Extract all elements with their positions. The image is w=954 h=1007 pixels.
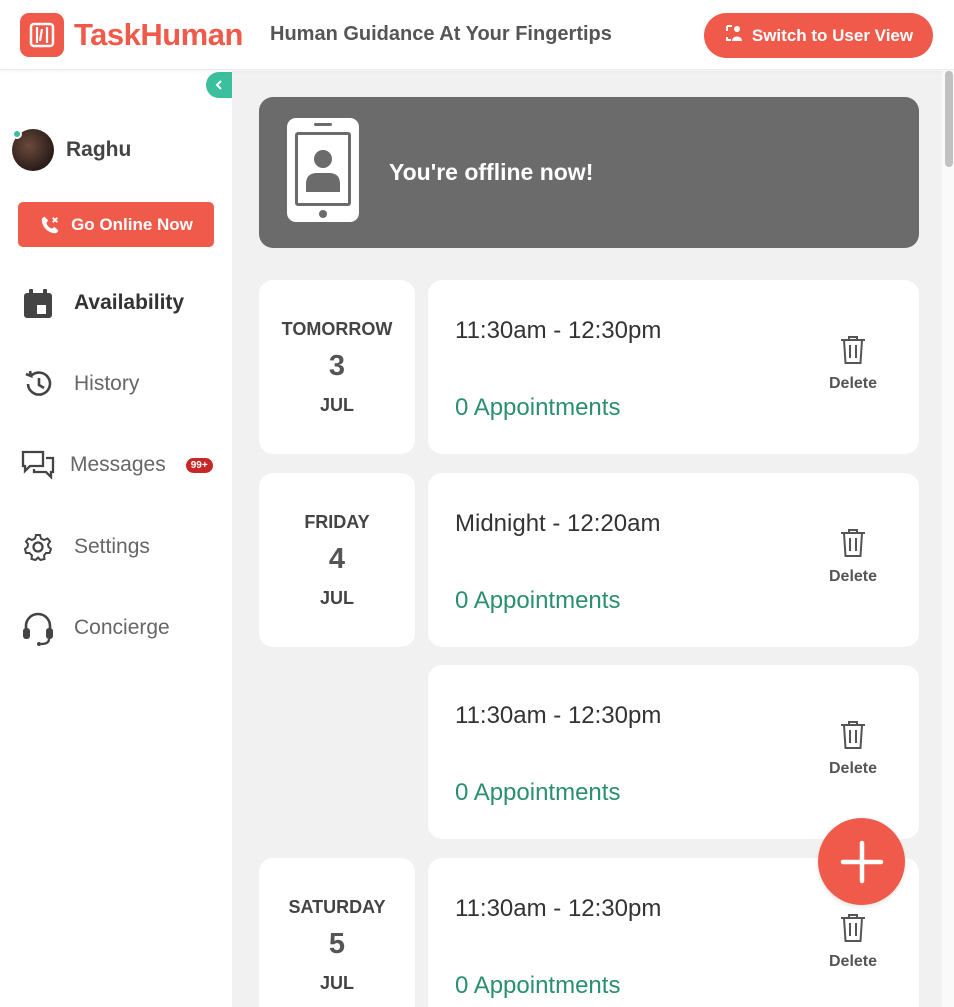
nav-item-messages[interactable]: Messages 99+ xyxy=(18,443,218,487)
nav-item-history[interactable]: History xyxy=(18,362,218,406)
phone-missed-icon xyxy=(41,216,59,233)
nav-label-history: History xyxy=(74,372,140,395)
scrollbar[interactable] xyxy=(942,71,954,1007)
date-month: JUL xyxy=(319,587,354,608)
messages-icon xyxy=(18,445,58,485)
time-slot-card[interactable]: 11:30am - 12:30pm 0 Appointments Delete xyxy=(428,665,919,839)
phone-user-icon xyxy=(285,116,361,229)
nav-label-settings: Settings xyxy=(74,535,150,558)
slot-time: 11:30am - 12:30pm xyxy=(455,895,662,922)
logo-icon xyxy=(20,13,64,57)
offline-status-text: You're offline now! xyxy=(389,159,594,185)
delete-slot-button[interactable]: Delete xyxy=(820,913,886,971)
date-number: 4 xyxy=(328,542,346,575)
trash-icon xyxy=(841,721,865,749)
date-month: JUL xyxy=(319,394,354,415)
add-slot-button[interactable] xyxy=(818,818,905,905)
delete-slot-button[interactable]: Delete xyxy=(820,335,886,393)
time-slot-card[interactable]: 11:30am - 12:30pm 0 Appointments Delete xyxy=(428,280,919,454)
date-card: SATURDAY 5 JUL xyxy=(259,858,415,1007)
nav-label-messages: Messages xyxy=(70,453,166,476)
slot-appointments[interactable]: 0 Appointments xyxy=(455,394,620,422)
headset-icon xyxy=(18,608,58,648)
trash-icon xyxy=(841,914,865,942)
delete-label: Delete xyxy=(828,375,878,392)
go-online-label: Go Online Now xyxy=(71,214,193,234)
date-month: JUL xyxy=(319,972,354,993)
history-icon xyxy=(18,364,58,404)
slot-appointments[interactable]: 0 Appointments xyxy=(455,972,620,1000)
date-number: 5 xyxy=(328,927,346,960)
avatar xyxy=(12,129,54,171)
gear-icon xyxy=(18,527,58,567)
time-slot-card[interactable]: Midnight - 12:20am 0 Appointments Delete xyxy=(428,473,919,647)
date-card: TOMORROW 3 JUL xyxy=(259,280,415,454)
date-day: TOMORROW xyxy=(281,318,393,339)
delete-slot-button[interactable]: Delete xyxy=(820,528,886,586)
user-name: Raghu xyxy=(66,138,132,161)
date-card: FRIDAY 4 JUL xyxy=(259,473,415,647)
collapse-sidebar-button[interactable] xyxy=(206,72,232,98)
logo-text: TaskHuman xyxy=(74,17,243,52)
scrollbar-thumb[interactable] xyxy=(945,71,953,167)
nav-item-concierge[interactable]: Concierge xyxy=(18,606,218,650)
slot-time: 11:30am - 12:30pm xyxy=(455,317,662,344)
slot-appointments[interactable]: 0 Appointments xyxy=(455,779,620,807)
go-online-button[interactable]: Go Online Now xyxy=(18,202,214,247)
switch-view-label: Switch to User View xyxy=(751,25,914,45)
taskhuman-logo[interactable]: TaskHuman xyxy=(20,13,243,57)
chevron-left-icon xyxy=(215,80,222,90)
nav-item-settings[interactable]: Settings xyxy=(18,525,218,569)
messages-count-badge: 99+ xyxy=(185,457,213,473)
user-profile[interactable]: Raghu xyxy=(12,129,131,171)
delete-slot-button[interactable]: Delete xyxy=(820,720,886,778)
trash-icon xyxy=(841,336,865,364)
slot-appointments[interactable]: 0 Appointments xyxy=(455,587,620,615)
delete-label: Delete xyxy=(828,568,878,585)
switch-view-icon xyxy=(724,23,744,48)
slot-time: 11:30am - 12:30pm xyxy=(455,702,662,729)
calendar-icon xyxy=(18,283,58,323)
tagline: Human Guidance At Your Fingertips xyxy=(270,23,612,45)
trash-icon xyxy=(841,529,865,557)
app-header: TaskHuman Human Guidance At Your Fingert… xyxy=(0,0,954,70)
date-day: SATURDAY xyxy=(288,896,386,917)
date-day: FRIDAY xyxy=(304,511,370,532)
nav-item-availability[interactable]: Availability xyxy=(18,281,218,325)
delete-label: Delete xyxy=(828,760,878,777)
online-status-dot xyxy=(12,129,22,139)
nav-label-availability: Availability xyxy=(74,291,185,314)
offline-banner: You're offline now! xyxy=(259,97,919,248)
slot-time: Midnight - 12:20am xyxy=(455,510,661,537)
nav-label-concierge: Concierge xyxy=(74,616,170,639)
delete-label: Delete xyxy=(828,953,878,970)
plus-icon xyxy=(840,840,883,883)
sidebar: Raghu Go Online Now Availability History… xyxy=(0,71,232,1007)
switch-to-user-view-button[interactable]: Switch to User View xyxy=(704,13,933,58)
date-number: 3 xyxy=(328,349,346,382)
